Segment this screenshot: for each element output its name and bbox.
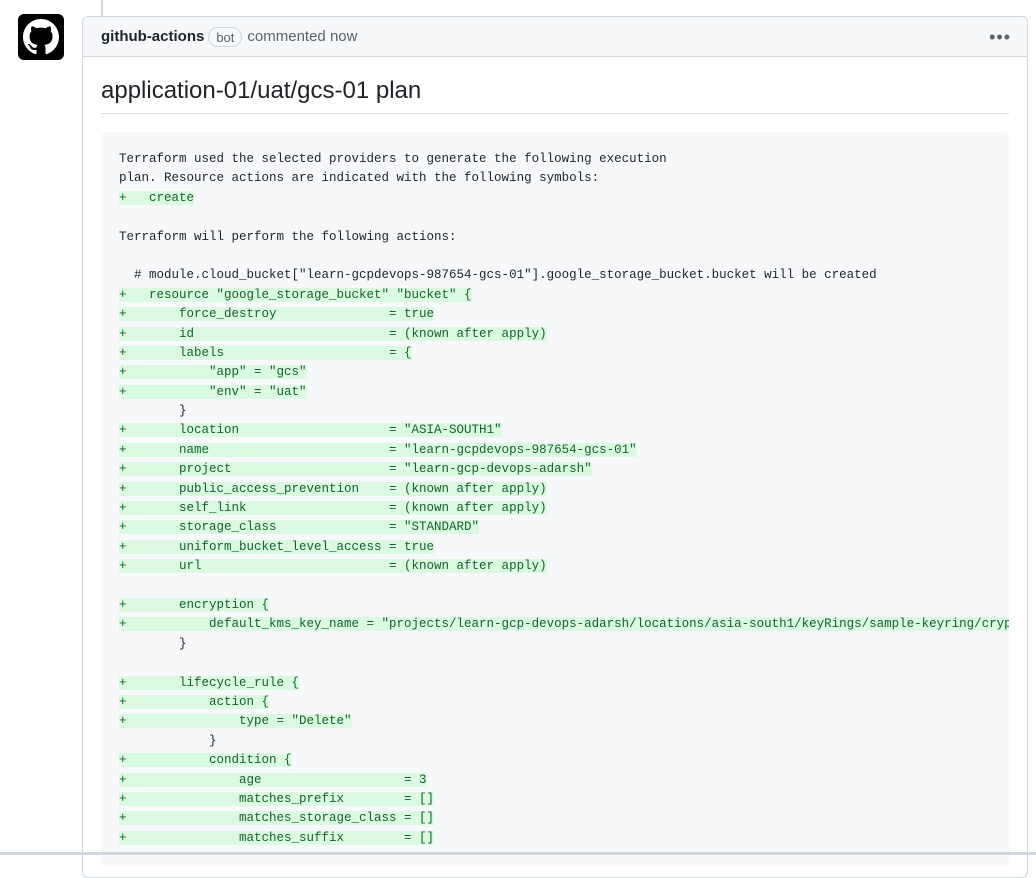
code-line-added-text: + type = "Delete": [119, 714, 352, 729]
code-line: + "app" = "gcs": [119, 363, 1009, 382]
code-line-text: }: [119, 733, 217, 748]
code-line: + project = "learn-gcp-devops-adarsh": [119, 460, 1009, 479]
code-line-added-text: + storage_class = "STANDARD": [119, 520, 480, 535]
code-line-added-text: + resource "google_storage_bucket" "buck…: [119, 287, 472, 302]
code-line: + encryption {: [119, 596, 1009, 615]
code-line: Terraform will perform the following act…: [119, 228, 1009, 247]
code-line-added-text: + action {: [119, 694, 270, 709]
code-line-added-text: + location = "ASIA-SOUTH1": [119, 423, 502, 438]
code-line-added-text: + "app" = "gcs": [119, 365, 307, 380]
terraform-plan-code-block: Terraform used the selected providers to…: [101, 132, 1009, 867]
code-line: + default_kms_key_name = "projects/learn…: [119, 615, 1009, 634]
code-line: + public_access_prevention = (known afte…: [119, 480, 1009, 499]
code-line: + type = "Delete": [119, 712, 1009, 731]
code-line: plan. Resource actions are indicated wit…: [119, 169, 1009, 188]
code-line: + storage_class = "STANDARD": [119, 518, 1009, 537]
author-link[interactable]: github-actions: [101, 28, 204, 45]
code-line: + force_destroy = true: [119, 305, 1009, 324]
comment-body: application-01/uat/gcs-01 plan Terraform…: [83, 57, 1027, 867]
code-line: + create: [119, 189, 1009, 208]
page-title: application-01/uat/gcs-01 plan: [101, 57, 1009, 114]
code-line-added-text: + "env" = "uat": [119, 384, 307, 399]
code-line: + id = (known after apply): [119, 325, 1009, 344]
code-line: + labels = {: [119, 344, 1009, 363]
timeline-connector: [101, 0, 103, 16]
code-line-text: }: [119, 404, 187, 419]
code-line: + lifecycle_rule {: [119, 674, 1009, 693]
code-line: + condition {: [119, 751, 1009, 770]
code-line-added-text: + uniform_bucket_level_access = true: [119, 539, 435, 554]
code-line-added-text: + project = "learn-gcp-devops-adarsh": [119, 462, 592, 477]
code-line: + location = "ASIA-SOUTH1": [119, 421, 1009, 440]
code-line: # module.cloud_bucket["learn-gcpdevops-9…: [119, 266, 1009, 285]
code-line-added-text: + age = 3: [119, 772, 427, 787]
code-line: + matches_storage_class = []: [119, 809, 1009, 828]
code-line-added-text: + url = (known after apply): [119, 559, 547, 574]
code-line-added-text: + public_access_prevention = (known afte…: [119, 481, 547, 496]
code-line-added-text: + default_kms_key_name = "projects/learn…: [119, 617, 1009, 632]
code-line: + age = 3: [119, 771, 1009, 790]
comment-card: github-actions bot commented now ••• app…: [82, 16, 1028, 878]
code-line-text: Terraform will perform the following act…: [119, 229, 457, 244]
code-line-text: }: [119, 636, 187, 651]
code-line: + "env" = "uat": [119, 383, 1009, 402]
code-line-added-text: + self_link = (known after apply): [119, 501, 547, 516]
code-line-text: Terraform used the selected providers to…: [119, 152, 667, 166]
code-line: + action {: [119, 693, 1009, 712]
code-line-added-text: + name = "learn-gcpdevops-987654-gcs-01": [119, 442, 637, 457]
code-line-text: # module.cloud_bucket["learn-gcpdevops-9…: [119, 268, 877, 283]
code-line: + matches_suffix = []: [119, 829, 1009, 848]
avatar[interactable]: [18, 14, 64, 60]
code-line-added-text: + matches_storage_class = []: [119, 811, 435, 826]
code-line: + name = "learn-gcpdevops-987654-gcs-01": [119, 441, 1009, 460]
code-line-added-text: + matches_suffix = []: [119, 830, 435, 845]
code-line-added-text: + id = (known after apply): [119, 326, 547, 341]
comment-header: github-actions bot commented now •••: [83, 17, 1027, 57]
code-line-added-text: + create: [119, 190, 195, 205]
code-line: + uniform_bucket_level_access = true: [119, 538, 1009, 557]
code-line: + matches_prefix = []: [119, 790, 1009, 809]
code-line-added-text: + force_destroy = true: [119, 307, 435, 322]
code-line-added-text: + encryption {: [119, 597, 270, 612]
code-line: Terraform used the selected providers to…: [119, 150, 1009, 169]
code-line: }: [119, 732, 1009, 751]
code-line-added-text: + condition {: [119, 753, 292, 768]
github-octocat-icon: [23, 19, 59, 55]
code-line: + url = (known after apply): [119, 557, 1009, 576]
code-line: }: [119, 402, 1009, 421]
code-line: + self_link = (known after apply): [119, 499, 1009, 518]
kebab-horizontal-icon[interactable]: •••: [989, 28, 1011, 46]
code-line-added-text: + labels = {: [119, 345, 412, 360]
code-line-added-text: + matches_prefix = []: [119, 791, 435, 806]
code-line: }: [119, 635, 1009, 654]
code-line-text: plan. Resource actions are indicated wit…: [119, 171, 600, 186]
bot-badge: bot: [208, 26, 243, 47]
code-line-added-text: + lifecycle_rule {: [119, 675, 300, 690]
code-line: + resource "google_storage_bucket" "buck…: [119, 286, 1009, 305]
comment-timestamp[interactable]: commented now: [247, 28, 357, 45]
